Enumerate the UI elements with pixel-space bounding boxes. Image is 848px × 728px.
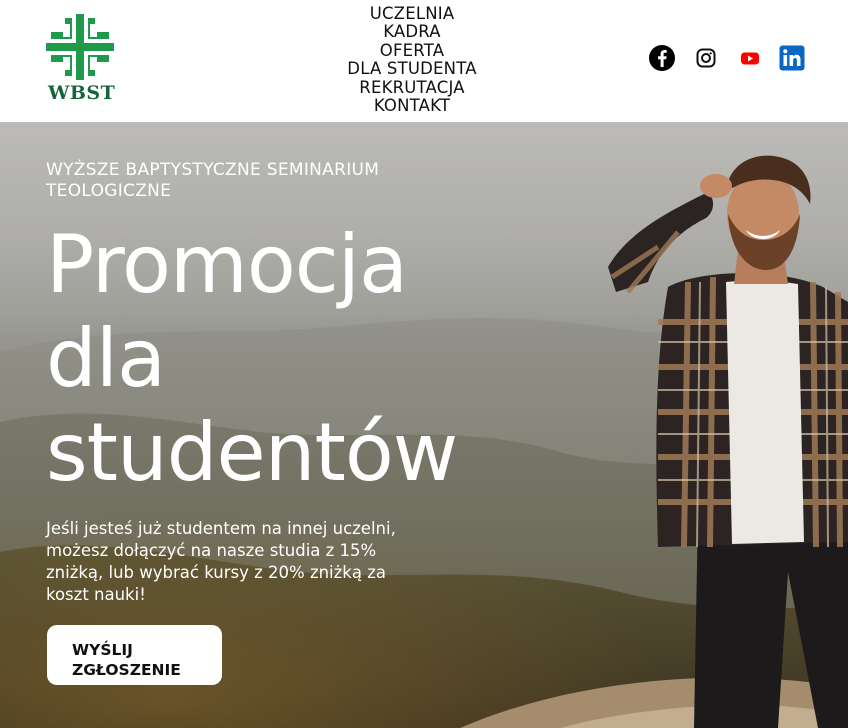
logo-text: WBST xyxy=(48,82,116,104)
nav-item-dla-studenta[interactable]: DLA STUDENTA xyxy=(312,59,512,78)
hero-title-line: studentów xyxy=(46,406,458,499)
hero-person-image xyxy=(608,155,848,728)
hero-title: Promocja dla studentów xyxy=(46,218,606,500)
logo-cross-icon xyxy=(46,14,114,80)
nav-item-uczelnia[interactable]: UCZELNIA xyxy=(312,4,512,23)
nav-item-kontakt[interactable]: KONTAKT xyxy=(312,96,512,115)
logo[interactable]: WBST xyxy=(44,12,118,106)
page: WBST UCZELNIA KADRA OFERTA DLA STUDENTA … xyxy=(0,0,848,728)
linkedin-icon[interactable] xyxy=(778,44,806,72)
site-header: WBST UCZELNIA KADRA OFERTA DLA STUDENTA … xyxy=(0,0,848,122)
main-nav: UCZELNIA KADRA OFERTA DLA STUDENTA REKRU… xyxy=(312,4,512,115)
hero-eyebrow: WYŻSZE BAPTYSTYCZNE SEMINARIUM TEOLOGICZ… xyxy=(46,160,380,201)
facebook-icon[interactable] xyxy=(648,44,676,72)
hero-description: Jeśli jesteś już studentem na innej ucze… xyxy=(46,519,396,604)
hero-title-line: dla xyxy=(46,312,166,405)
nav-item-kadra[interactable]: KADRA xyxy=(312,22,512,41)
nav-item-rekrutacja[interactable]: REKRUTACJA xyxy=(312,78,512,97)
instagram-icon[interactable] xyxy=(692,44,720,72)
hero-section: WYŻSZE BAPTYSTYCZNE SEMINARIUM TEOLOGICZ… xyxy=(0,122,848,728)
send-application-label: WYŚLIJ ZGŁOSZENIE xyxy=(72,641,181,679)
nav-item-oferta[interactable]: OFERTA xyxy=(312,41,512,60)
send-application-button[interactable]: WYŚLIJ ZGŁOSZENIE xyxy=(47,625,222,685)
youtube-icon[interactable] xyxy=(736,44,764,72)
hero-title-line: Promocja xyxy=(46,218,408,311)
